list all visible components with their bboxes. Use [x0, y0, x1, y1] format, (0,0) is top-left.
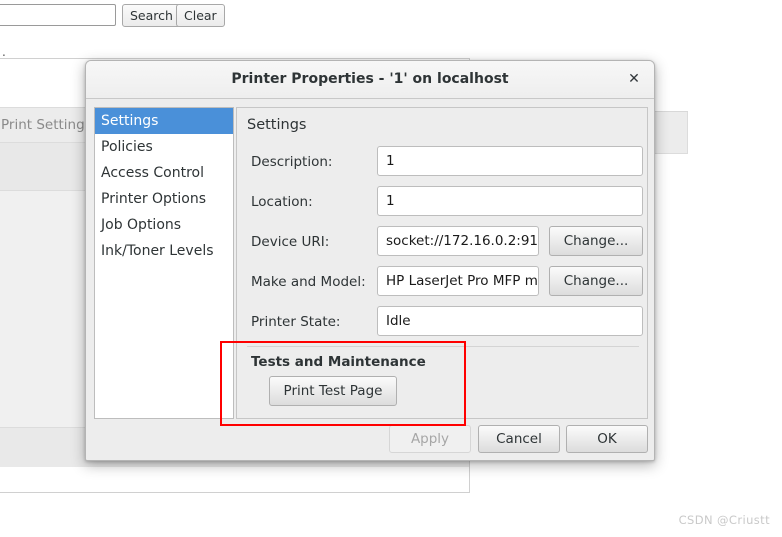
sidebar-item-access-control[interactable]: Access Control	[95, 160, 233, 186]
form-row-device-uri: Device URI: socket://172.16.0.2:9100 Cha…	[237, 226, 647, 258]
printer-properties-dialog: Printer Properties - '1' on localhost ✕ …	[85, 60, 655, 461]
change-device-uri-button[interactable]: Change...	[549, 226, 643, 256]
tests-and-maintenance-heading: Tests and Maintenance	[251, 354, 426, 370]
dialog-titlebar: Printer Properties - '1' on localhost ✕	[86, 61, 654, 99]
section-divider	[247, 346, 639, 347]
description-input[interactable]: 1	[377, 146, 643, 176]
apply-button: Apply	[389, 425, 471, 453]
dialog-title: Printer Properties - '1' on localhost	[231, 71, 509, 87]
location-input[interactable]: 1	[377, 186, 643, 216]
sidebar-item-settings[interactable]: Settings	[95, 108, 233, 134]
device-uri-label: Device URI:	[251, 234, 330, 250]
search-button[interactable]: Search	[122, 4, 181, 27]
make-and-model-input[interactable]: HP LaserJet Pro MFP m28-m31	[377, 266, 539, 296]
dialog-body: Settings Policies Access Control Printer…	[86, 99, 654, 460]
sidebar-item-ink-toner-levels[interactable]: Ink/Toner Levels	[95, 238, 233, 264]
print-test-page-button[interactable]: Print Test Page	[269, 376, 397, 406]
clear-button[interactable]: Clear	[176, 4, 225, 27]
sidebar-item-label: Printer Options	[101, 191, 207, 207]
watermark: CSDN @Criustt	[678, 513, 770, 527]
form-row-make-and-model: Make and Model: HP LaserJet Pro MFP m28-…	[237, 266, 647, 298]
description-label: Description:	[251, 154, 333, 170]
sidebar-item-label: Settings	[101, 113, 159, 129]
sidebar-item-printer-options[interactable]: Printer Options	[95, 186, 233, 212]
sidebar-item-label: Policies	[101, 139, 153, 155]
settings-sidebar[interactable]: Settings Policies Access Control Printer…	[94, 107, 234, 419]
stray-mark: .	[2, 45, 6, 59]
sidebar-item-job-options[interactable]: Job Options	[95, 212, 233, 238]
form-row-location: Location: 1	[237, 186, 647, 218]
background-right-tab	[652, 112, 688, 154]
change-make-and-model-button[interactable]: Change...	[549, 266, 643, 296]
sidebar-item-label: Access Control	[101, 165, 204, 181]
form-row-printer-state: Printer State: Idle	[237, 306, 647, 338]
sidebar-item-label: Job Options	[101, 217, 182, 233]
background-right-divider	[650, 100, 688, 112]
ok-button[interactable]: OK	[566, 425, 648, 453]
close-icon[interactable]: ✕	[624, 70, 644, 90]
search-input[interactable]	[0, 4, 116, 26]
location-label: Location:	[251, 194, 313, 210]
print-setting-label: Print Setting	[1, 117, 85, 133]
form-row-description: Description: 1	[237, 146, 647, 178]
sidebar-item-label: Ink/Toner Levels	[101, 243, 214, 259]
settings-content-pane: Settings Description: 1 Location: 1 Devi…	[236, 107, 648, 419]
printer-state-value: Idle	[377, 306, 643, 336]
device-uri-input[interactable]: socket://172.16.0.2:9100	[377, 226, 539, 256]
printer-state-label: Printer State:	[251, 314, 341, 330]
cancel-button[interactable]: Cancel	[478, 425, 560, 453]
make-and-model-label: Make and Model:	[251, 274, 366, 290]
page-title: Settings	[247, 117, 307, 133]
sidebar-item-policies[interactable]: Policies	[95, 134, 233, 160]
